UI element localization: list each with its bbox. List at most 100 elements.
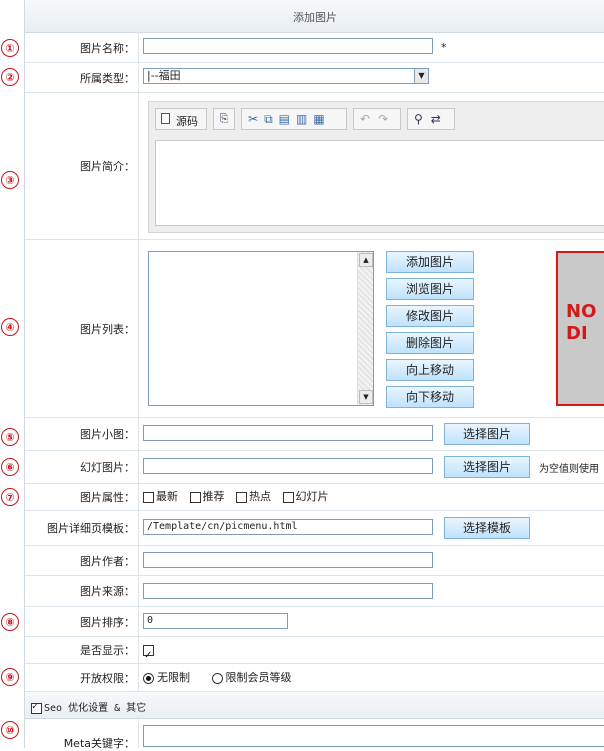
move-down-button[interactable]: 向下移动 bbox=[386, 386, 474, 408]
row-template: 图片详细页模板： /Template/cn/picmenu.html 选择模板 bbox=[25, 511, 604, 546]
marker-10: ⑩ bbox=[1, 721, 19, 739]
list-label: 图片列表： bbox=[80, 322, 135, 336]
sort-input[interactable]: 0 bbox=[143, 613, 288, 629]
perm-member-level[interactable]: 限制会员等级 bbox=[211, 671, 292, 684]
author-input[interactable] bbox=[143, 552, 433, 568]
name-input[interactable] bbox=[143, 38, 433, 54]
show-checkbox[interactable] bbox=[143, 643, 154, 669]
attr-latest[interactable]: 最新 bbox=[143, 490, 178, 503]
rich-editor: 源码 ⎘ ✂⧉▤▥▦ ↶↷ ⚲⇄ bbox=[148, 101, 604, 233]
document-icon bbox=[161, 113, 170, 124]
slide-hint: 为空值则使用 bbox=[539, 464, 599, 475]
form-title: 添加图片 bbox=[293, 11, 337, 24]
move-up-button[interactable]: 向上移动 bbox=[386, 359, 474, 381]
add-picture-button[interactable]: 添加图片 bbox=[386, 251, 474, 273]
source-button[interactable]: 源码 bbox=[155, 108, 207, 130]
attr-slideshow[interactable]: 幻灯片 bbox=[282, 490, 329, 503]
show-label: 是否显示： bbox=[80, 644, 135, 657]
attr-hot-checkbox[interactable] bbox=[236, 491, 247, 503]
intro-label: 图片简介： bbox=[80, 160, 135, 173]
no-image-text: NO DI bbox=[566, 301, 597, 344]
marker-3: ③ bbox=[1, 171, 19, 189]
form-header: 添加图片 bbox=[25, 0, 604, 33]
template-input[interactable]: /Template/cn/picmenu.html bbox=[143, 519, 433, 535]
perm-unlimited[interactable]: 无限制 bbox=[143, 671, 190, 684]
editor-content-area[interactable] bbox=[155, 140, 604, 226]
row-attrs: 图片属性： 最新 推荐 热点 幻灯片 bbox=[25, 484, 604, 511]
chevron-down-icon[interactable]: ▼ bbox=[414, 69, 428, 83]
row-author: 图片作者： bbox=[25, 546, 604, 576]
type-label: 所属类型： bbox=[80, 71, 135, 85]
source-input[interactable] bbox=[143, 583, 433, 599]
browse-picture-button[interactable]: 浏览图片 bbox=[386, 278, 474, 300]
row-name: 图片名称： * bbox=[25, 33, 604, 63]
attr-hot[interactable]: 热点 bbox=[236, 490, 271, 503]
undo-icon[interactable]: ↶ bbox=[360, 112, 378, 126]
meta-label: Meta关键字： bbox=[63, 737, 135, 750]
type-select[interactable]: |--福田 ▼ bbox=[143, 68, 429, 84]
step-markers: ① ② ③ ④ ⑤ ⑥ ⑦ ⑧ ⑨ ⑩ bbox=[0, 0, 24, 748]
perm-label: 开放权限： bbox=[80, 671, 135, 685]
row-sort: 图片排序： 0 bbox=[25, 607, 604, 637]
slide-input[interactable] bbox=[143, 458, 433, 474]
perm-unlimited-radio[interactable] bbox=[143, 672, 154, 684]
row-meta: Meta关键字： bbox=[25, 719, 604, 750]
marker-2: ② bbox=[1, 68, 19, 86]
attr-latest-checkbox[interactable] bbox=[143, 491, 154, 503]
editor-toolbar: 源码 ⎘ ✂⧉▤▥▦ ↶↷ ⚲⇄ bbox=[155, 108, 604, 132]
attrs-label: 图片属性： bbox=[80, 491, 135, 504]
attr-slideshow-checkbox[interactable] bbox=[282, 491, 294, 503]
marker-4: ④ bbox=[1, 318, 19, 336]
scroll-down-icon[interactable]: ▼ bbox=[359, 390, 373, 404]
paste-text-icon[interactable]: ▥ bbox=[296, 112, 313, 126]
seo-label: Seo 优化设置 & 其它 bbox=[44, 703, 147, 714]
paste-word-icon[interactable]: ▦ bbox=[313, 112, 330, 126]
marker-5: ⑤ bbox=[1, 428, 19, 446]
find-tools: ⚲⇄ bbox=[407, 108, 455, 130]
delete-picture-button[interactable]: 删除图片 bbox=[386, 332, 474, 354]
meta-keywords-input[interactable] bbox=[143, 725, 604, 747]
seo-checkbox[interactable] bbox=[31, 701, 42, 714]
required-mark: * bbox=[441, 41, 447, 54]
add-picture-form: 添加图片 图片名称： * 所属类型： |--福田 ▼ 图片简介： 源码 ⎘ ✂⧉… bbox=[24, 0, 604, 750]
row-list: 图片列表： ▲ ▼ 添加图片 浏览图片 修改图片 删除图片 向上移动 向下移动 … bbox=[25, 240, 604, 418]
picture-preview: NO DI bbox=[556, 251, 604, 406]
row-show: 是否显示： bbox=[25, 637, 604, 669]
scroll-up-icon[interactable]: ▲ bbox=[359, 253, 373, 267]
slide-label: 幻灯图片： bbox=[80, 461, 135, 474]
thumb-select-button[interactable]: 选择图片 bbox=[444, 423, 530, 445]
author-label: 图片作者： bbox=[80, 554, 135, 568]
type-selected-value: |--福田 bbox=[147, 69, 181, 82]
marker-1: ① bbox=[1, 39, 19, 57]
find-icon[interactable]: ⚲ bbox=[414, 112, 431, 126]
sort-label: 图片排序： bbox=[80, 615, 135, 629]
paste-icon[interactable]: ▤ bbox=[279, 112, 296, 126]
listbox-scrollbar[interactable]: ▲ ▼ bbox=[357, 252, 373, 405]
perm-member-level-radio[interactable] bbox=[211, 672, 223, 684]
template-label: 图片详细页模板： bbox=[47, 522, 135, 535]
slide-select-button[interactable]: 选择图片 bbox=[444, 456, 530, 478]
name-label: 图片名称： bbox=[80, 41, 135, 55]
row-thumb: 图片小图： 选择图片 bbox=[25, 418, 604, 451]
thumb-input[interactable] bbox=[143, 425, 433, 441]
history-tools: ↶↷ bbox=[353, 108, 401, 130]
preview-icon[interactable]: ⎘ bbox=[213, 108, 235, 130]
attr-recommend[interactable]: 推荐 bbox=[189, 490, 225, 503]
cut-icon[interactable]: ✂ bbox=[248, 112, 264, 126]
seo-section-header[interactable]: Seo 优化设置 & 其它 bbox=[25, 692, 604, 719]
edit-picture-button[interactable]: 修改图片 bbox=[386, 305, 474, 327]
redo-icon[interactable]: ↷ bbox=[378, 112, 396, 126]
row-source: 图片来源： bbox=[25, 576, 604, 607]
marker-8: ⑧ bbox=[1, 613, 19, 631]
marker-7: ⑦ bbox=[1, 488, 19, 506]
picture-listbox[interactable]: ▲ ▼ bbox=[148, 251, 374, 406]
replace-icon[interactable]: ⇄ bbox=[431, 112, 449, 126]
marker-6: ⑥ bbox=[1, 458, 19, 476]
row-type: 所属类型： |--福田 ▼ bbox=[25, 63, 604, 93]
source-label: 图片来源： bbox=[80, 585, 135, 598]
row-intro: 图片简介： 源码 ⎘ ✂⧉▤▥▦ ↶↷ ⚲⇄ bbox=[25, 93, 604, 240]
attr-recommend-checkbox[interactable] bbox=[189, 491, 201, 503]
row-permission: 开放权限： 无限制 限制会员等级 bbox=[25, 664, 604, 692]
copy-icon[interactable]: ⧉ bbox=[264, 112, 279, 126]
template-select-button[interactable]: 选择模板 bbox=[444, 517, 530, 539]
